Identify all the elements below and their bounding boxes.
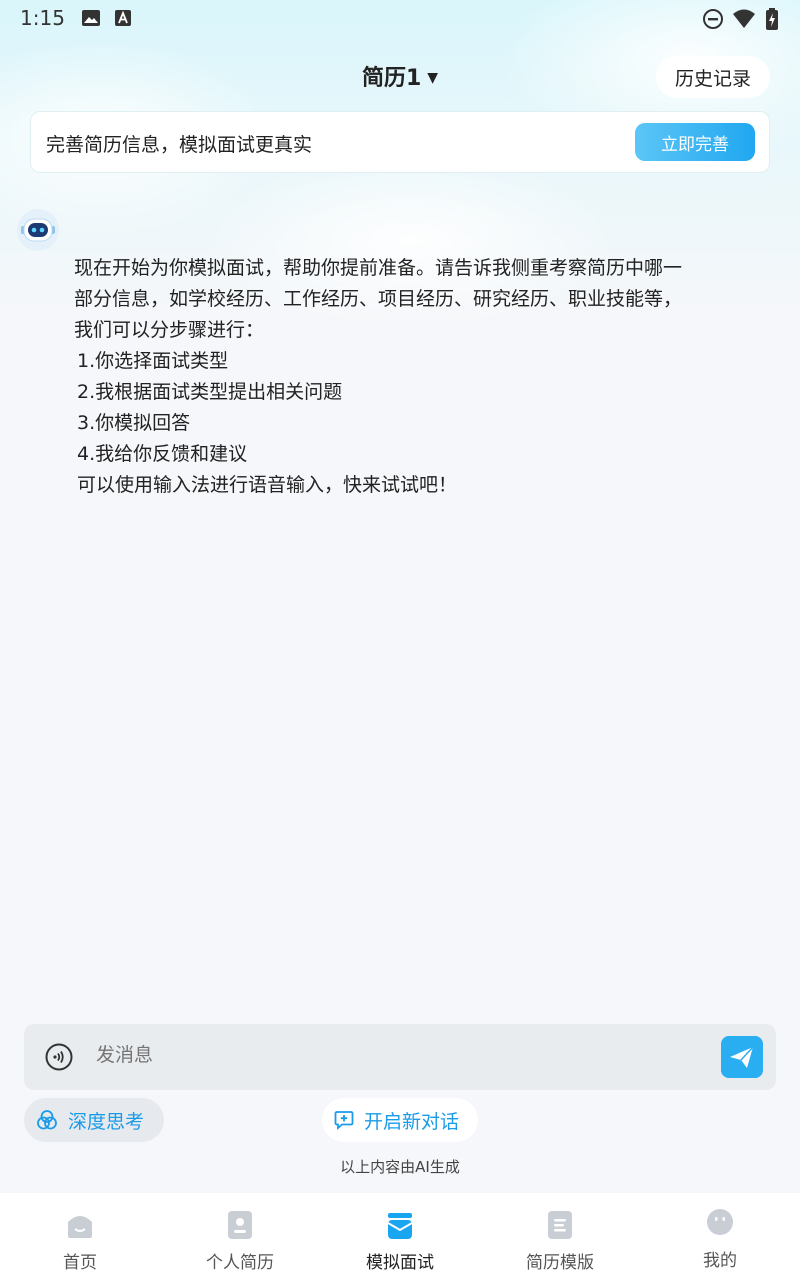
complete-now-button[interactable]: 立即完善 — [635, 123, 755, 161]
template-icon — [548, 1211, 572, 1239]
history-button[interactable]: 历史记录 — [656, 56, 770, 98]
nav-label: 首页 — [63, 1253, 97, 1273]
nav-label: 模拟面试 — [366, 1253, 434, 1273]
nav-label: 简历模版 — [526, 1253, 594, 1273]
nav-item-interview[interactable]: 模拟面试 — [320, 1193, 480, 1280]
bottom-navigation: 首页 个人简历 模拟面试 简历模版 我的 — [0, 1193, 800, 1280]
ai-generated-note: 以上内容由AI生成 — [340, 1158, 460, 1176]
nav-label: 个人简历 — [206, 1253, 274, 1273]
new-chat-label: 开启新对话 — [364, 1110, 460, 1133]
banner-text: 完善简历信息，模拟面试更真实 — [46, 134, 313, 156]
interview-icon — [387, 1213, 413, 1239]
status-time: 1:15 — [20, 6, 65, 30]
nav-item-home[interactable]: 首页 — [0, 1193, 160, 1280]
message-line: 部分信息，如学校经历、工作经历、项目经历、研究经历、职业技能等， — [74, 288, 683, 310]
message-input[interactable] — [96, 1044, 696, 1066]
message-line: 3.你模拟回答 — [77, 412, 191, 434]
message-line: 4.我给你反馈和建议 — [77, 443, 248, 465]
deep-think-button[interactable]: 深度思考 — [24, 1098, 164, 1142]
nav-item-template[interactable]: 简历模版 — [480, 1193, 640, 1280]
nav-item-profile[interactable]: 我的 — [640, 1193, 800, 1280]
message-line: 1.你选择面试类型 — [77, 350, 229, 372]
profile-icon — [707, 1209, 733, 1235]
voice-input-icon[interactable] — [45, 1043, 73, 1071]
caret-down-icon: ▼ — [427, 70, 439, 86]
deep-think-label: 深度思考 — [68, 1110, 145, 1133]
text-notification-icon — [115, 10, 131, 26]
battery-icon — [766, 8, 778, 30]
status-bar: 1:15 — [0, 0, 800, 36]
message-line: 2.我根据面试类型提出相关问题 — [77, 381, 343, 403]
message-line: 现在开始为你模拟面试，帮助你提前准备。请告诉我侧重考察简历中哪一 — [74, 257, 683, 279]
message-input-bar — [24, 1024, 776, 1090]
deep-think-icon — [37, 1110, 57, 1130]
wifi-icon — [733, 9, 755, 28]
page-title: 简历1 — [361, 66, 422, 91]
nav-label: 我的 — [703, 1251, 737, 1271]
bot-message: 现在开始为你模拟面试，帮助你提前准备。请告诉我侧重考察简历中哪一 部分信息，如学… — [74, 253, 764, 501]
home-icon — [68, 1216, 92, 1238]
resume-icon — [228, 1211, 252, 1239]
robot-avatar-icon — [17, 209, 59, 251]
complete-resume-banner: 完善简历信息，模拟面试更真实 立即完善 — [30, 111, 770, 173]
nav-item-resume[interactable]: 个人简历 — [160, 1193, 320, 1280]
image-notification-icon — [82, 10, 100, 26]
message-line: 我们可以分步骤进行： — [74, 319, 265, 341]
do-not-disturb-icon — [703, 9, 723, 29]
message-line: 可以使用输入法进行语音输入，快来试试吧！ — [77, 474, 458, 496]
new-chat-button[interactable]: 开启新对话 — [322, 1098, 478, 1142]
send-icon[interactable] — [721, 1036, 763, 1078]
new-chat-icon — [334, 1111, 354, 1130]
